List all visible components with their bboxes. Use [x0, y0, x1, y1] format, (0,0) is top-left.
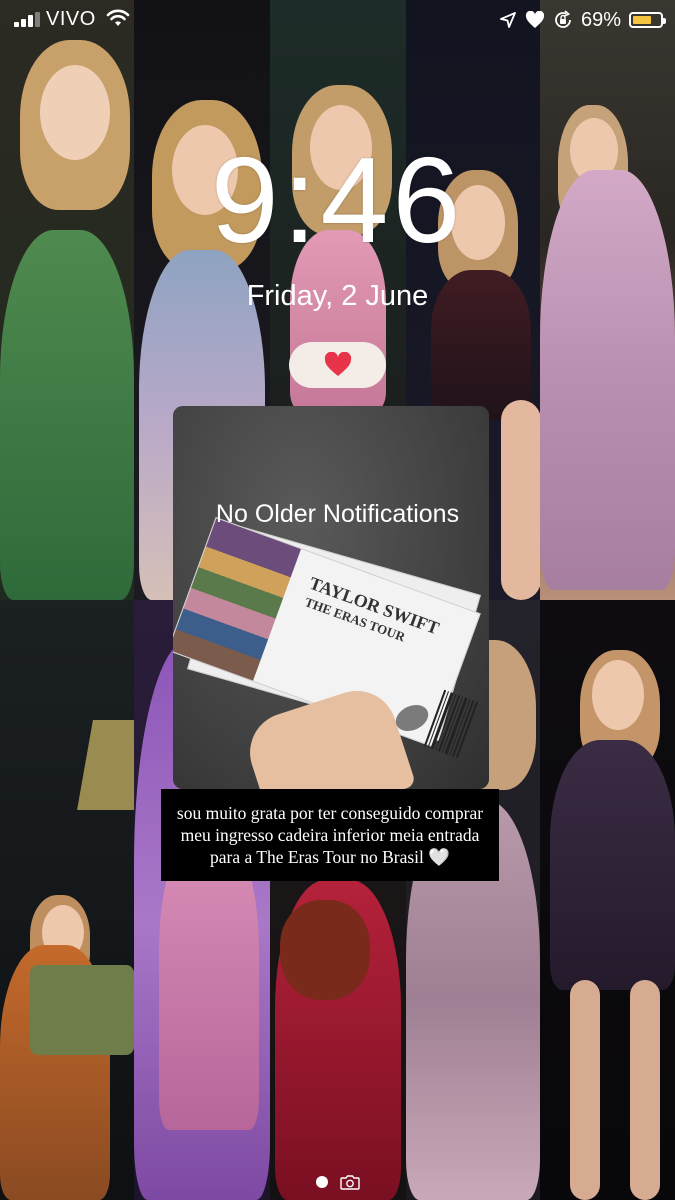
camera-icon[interactable]: [339, 1174, 360, 1190]
wallpaper-photo: [0, 600, 134, 1200]
wallpaper-photo: [540, 600, 675, 1200]
lock-screen-time: 9:46: [210, 132, 465, 268]
page-indicator: [0, 1174, 675, 1190]
heart-widget[interactable]: [289, 342, 386, 388]
rotation-lock-icon: [555, 10, 571, 28]
battery-percent: 69%: [580, 8, 621, 31]
wifi-icon: [106, 9, 130, 26]
page-dot[interactable]: [315, 1176, 328, 1188]
heart-icon: [324, 352, 351, 376]
battery-icon: [629, 12, 666, 28]
status-icons-right: 69%: [499, 8, 666, 32]
battery-level: [633, 16, 651, 24]
location-arrow-icon: [500, 12, 516, 28]
carrier-name: VIVO: [46, 8, 96, 30]
story-caption-text: sou muito grata por ter conseguido compr…: [176, 803, 484, 867]
story-caption: sou muito grata por ter conseguido compr…: [161, 789, 499, 881]
story-card[interactable]: TAYLOR SWIFT THE ERAS TOUR: [173, 406, 489, 789]
lock-screen-date: Friday, 2 June: [246, 280, 429, 312]
signal-icon: [14, 11, 40, 27]
status-bar: VIVO 69%: [0, 0, 675, 40]
no-older-notifications-label: No Older Notifications: [215, 500, 460, 528]
heart-icon: [525, 11, 544, 28]
